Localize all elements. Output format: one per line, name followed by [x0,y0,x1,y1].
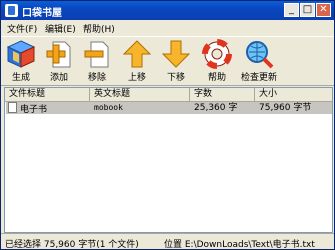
remove-file-icon [84,41,109,68]
column-word-count[interactable]: 字数 [190,88,255,101]
arrow-up-icon [122,40,152,68]
menu-bar: 文件(F) 编辑(E) 帮助(H) [1,21,334,35]
column-english-title[interactable]: 英文标题 [90,88,190,101]
menu-file[interactable]: 文件(F) [7,22,37,35]
word-count-cell: 25,360 字 [190,102,255,114]
file-title-text: 电子书 [20,105,48,115]
minimize-button[interactable]: _ [284,3,299,17]
english-title-cell: mobook [90,102,190,114]
add-file-icon [46,41,71,68]
generate-label: 生成 [11,73,30,83]
arrow-down-icon [161,40,191,68]
window-title: 口袋书屋 [22,8,62,19]
main-window: 口袋书屋 _ □ ✕ 文件(F) 编辑(E) 帮助(H) 生成 添加 移除 上移… [0,0,335,250]
table-row[interactable]: 电子书 mobook 25,360 字 75,960 字节 [5,102,332,115]
generate-button[interactable]: 生成 [3,39,39,83]
size-cell: 75,960 字节 [255,102,332,114]
magnifier-globe-icon [246,41,274,69]
maximize-button[interactable]: □ [300,3,315,17]
list-header: 文件标题 英文标题 字数 大小 [5,88,332,102]
status-bar: 已经选择 75,960 字节(1 个文件) 位置 E:\DownLoads\Te… [1,233,334,250]
status-location: 位置 E:\DownLoads\Text\电子书.txt [164,240,315,250]
check-update-label: 检查更新 [240,73,277,83]
file-title-cell: 电子书 [6,102,90,115]
move-up-button[interactable]: 上移 [119,39,155,83]
add-label: 添加 [49,73,68,83]
remove-button[interactable]: 移除 [79,39,115,83]
file-list[interactable]: 文件标题 英文标题 字数 大小 电子书 mobook 25,360 字 75,9… [4,87,333,233]
column-file-title[interactable]: 文件标题 [5,88,90,101]
help-label: 帮助 [207,73,226,83]
move-down-button[interactable]: 下移 [158,39,194,83]
toolbar: 生成 添加 移除 上移 下移 帮助 检查更新 [1,36,334,86]
lifebuoy-icon [202,39,232,69]
close-button[interactable]: ✕ [316,3,331,17]
app-icon [5,4,18,17]
text-file-icon [8,102,17,113]
move-up-label: 上移 [127,73,146,83]
help-button[interactable]: 帮助 [199,39,235,83]
remove-label: 移除 [87,73,106,83]
add-button[interactable]: 添加 [41,39,77,83]
menu-help[interactable]: 帮助(H) [83,22,115,35]
check-update-button[interactable]: 检查更新 [237,39,281,83]
column-size[interactable]: 大小 [255,88,332,101]
move-down-label: 下移 [166,73,185,83]
title-bar: 口袋书屋 _ □ ✕ [1,1,334,20]
status-selection: 已经选择 75,960 字节(1 个文件) [5,240,139,250]
menu-edit[interactable]: 编辑(E) [45,22,76,35]
stack-cube-icon [6,40,36,68]
